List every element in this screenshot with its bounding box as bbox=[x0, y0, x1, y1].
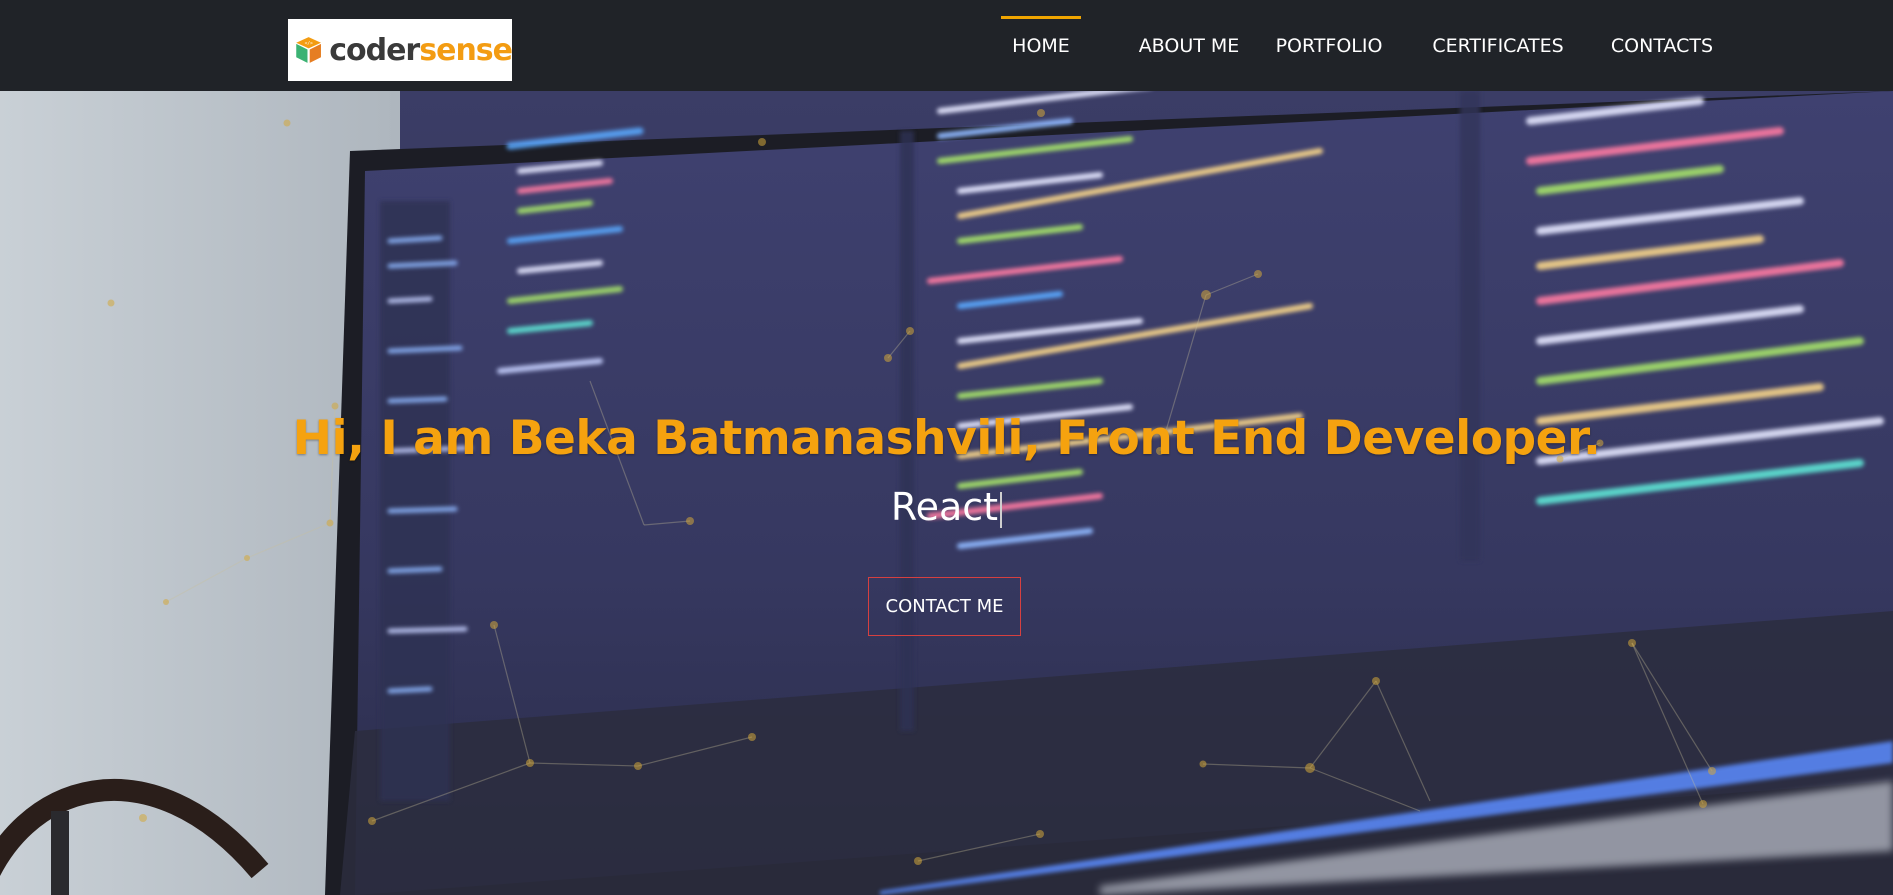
typing-cursor bbox=[1000, 491, 1003, 528]
nav-contacts[interactable]: CONTACTS bbox=[1606, 0, 1718, 91]
hero-section: Hi, I am Beka Batmanashvili, Front End D… bbox=[0, 91, 1893, 895]
hero-title: Hi, I am Beka Batmanashvili, Front End D… bbox=[292, 411, 1601, 466]
nav-about-me[interactable]: ABOUT ME bbox=[1115, 0, 1263, 91]
brand-name-part1: coder bbox=[329, 32, 420, 68]
brand-logo[interactable]: </> codersense bbox=[288, 19, 513, 81]
brand-name: codersense bbox=[329, 32, 513, 68]
nav-portfolio[interactable]: PORTFOLIO bbox=[1268, 0, 1390, 91]
typed-skill: React bbox=[890, 485, 999, 529]
typed-text: React bbox=[0, 485, 1893, 529]
navbar: </> codersense HOME ABOUT ME PORTFOLIO C… bbox=[0, 0, 1893, 91]
cube-logo-icon: </> bbox=[296, 37, 321, 63]
svg-text:</>: </> bbox=[305, 40, 313, 46]
nav-home[interactable]: HOME bbox=[1001, 0, 1081, 91]
brand-name-part2: sense bbox=[419, 32, 513, 68]
contact-me-button[interactable]: CONTACT ME bbox=[868, 577, 1021, 636]
nav-certificates[interactable]: CERTIFICATES bbox=[1425, 0, 1571, 91]
